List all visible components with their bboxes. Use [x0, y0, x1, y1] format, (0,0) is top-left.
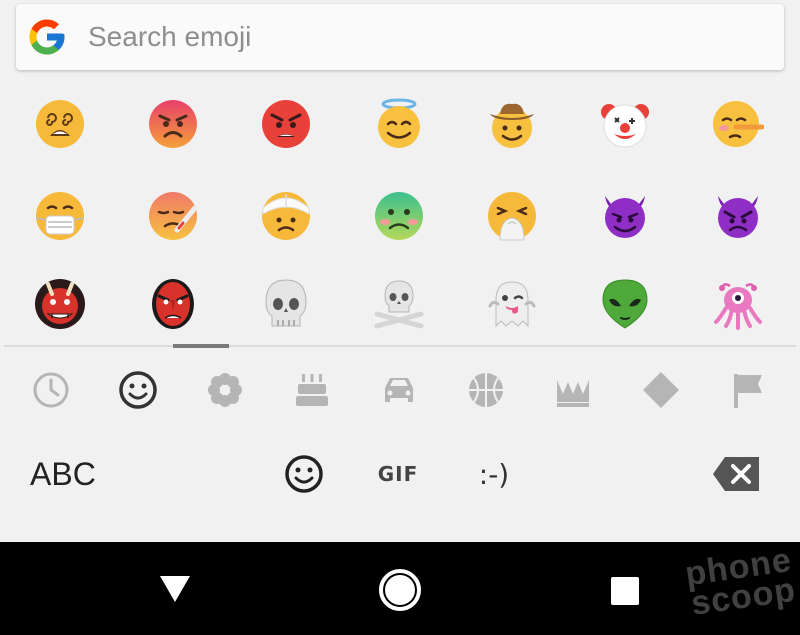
back-button[interactable] — [150, 566, 200, 612]
tab-activities[interactable] — [458, 362, 514, 418]
angry-devil-icon — [718, 196, 758, 238]
smiley-icon — [119, 371, 157, 409]
cowboy-face-icon — [490, 103, 534, 148]
sneezing-face-icon — [488, 192, 536, 241]
emoji-category-bar — [0, 362, 800, 426]
emoji-smiling-face-with-halo[interactable] — [367, 92, 431, 156]
search-input[interactable]: Search emoji — [88, 21, 251, 53]
tab-objects[interactable] — [545, 362, 601, 418]
emoji-cowboy-hat-face[interactable] — [480, 92, 544, 156]
angry-face-icon — [262, 100, 310, 148]
cake-icon — [296, 374, 328, 406]
google-g-icon — [29, 19, 65, 55]
home-circle-icon — [379, 569, 421, 611]
tab-flags[interactable] — [720, 362, 776, 418]
thermometer-face-icon — [149, 192, 198, 240]
emoji-clown-face[interactable] — [593, 92, 657, 156]
skull-and-crossbones-icon — [374, 280, 424, 329]
emoji-japanese-ogre[interactable] — [28, 272, 92, 336]
emoji-face-with-thermometer[interactable] — [141, 184, 205, 248]
emoji-angry-face[interactable] — [254, 92, 318, 156]
abc-button[interactable]: ABC — [30, 456, 96, 493]
keyboard-bottom-bar: ABC GIF :-) — [0, 440, 800, 510]
home-button[interactable] — [374, 564, 426, 616]
emoji-sneezing-face[interactable] — [480, 184, 544, 248]
emoji-alien[interactable] — [593, 272, 657, 336]
emoji-skull-and-crossbones[interactable] — [367, 272, 431, 336]
tab-nature[interactable] — [197, 362, 253, 418]
tab-travel[interactable] — [371, 362, 427, 418]
emoji-face-with-medical-mask[interactable] — [28, 184, 92, 248]
phonescoop-watermark: phone scoop — [683, 541, 798, 623]
flag-icon — [734, 374, 762, 408]
emoji-lying-face[interactable] — [706, 92, 770, 156]
emoji-alien-monster[interactable] — [706, 272, 770, 336]
emoji-dizzy-face[interactable] — [28, 92, 92, 156]
emoji-nauseated-face[interactable] — [367, 184, 431, 248]
clock-icon — [33, 372, 69, 408]
emoji-angry-face-with-horns[interactable] — [706, 184, 770, 248]
dizzy-face-icon — [36, 100, 84, 148]
car-icon — [385, 378, 413, 402]
emoji-row — [0, 92, 800, 156]
emoji-search-bar[interactable]: Search emoji — [16, 4, 784, 70]
medical-mask-face-icon — [35, 192, 85, 240]
skull-icon — [265, 279, 307, 327]
emoji-pouting-face[interactable] — [141, 92, 205, 156]
crown-icon — [557, 380, 589, 407]
diamond-icon — [643, 372, 679, 408]
ghost-icon — [488, 281, 536, 328]
category-divider — [4, 345, 796, 347]
japanese-ogre-icon — [35, 279, 85, 329]
emoji-row — [0, 272, 800, 336]
gif-button[interactable]: GIF — [368, 458, 428, 490]
head-bandage-face-icon — [262, 192, 310, 240]
tab-smileys[interactable] — [110, 362, 166, 418]
emoji-japanese-goblin[interactable] — [141, 272, 205, 336]
japanese-goblin-icon — [152, 279, 194, 329]
recents-button[interactable] — [604, 570, 646, 612]
emoji-skull[interactable] — [254, 272, 318, 336]
pouting-face-icon — [149, 100, 197, 148]
tab-symbols[interactable] — [633, 362, 689, 418]
smiling-devil-icon — [605, 196, 645, 238]
alien-monster-icon — [714, 283, 762, 330]
clown-face-icon — [601, 104, 649, 148]
flower-icon — [208, 373, 242, 407]
lying-face-icon — [713, 101, 764, 147]
emoji-ghost[interactable] — [480, 272, 544, 336]
tab-recent[interactable] — [23, 362, 79, 418]
recents-square-icon — [611, 577, 639, 605]
smiley-icon — [285, 455, 323, 493]
backspace-icon — [713, 457, 759, 491]
halo-face-icon — [378, 98, 420, 148]
nauseated-face-icon — [375, 192, 423, 240]
alien-icon — [602, 279, 648, 329]
back-triangle-icon — [160, 576, 190, 602]
backspace-button[interactable] — [710, 452, 762, 496]
emoji-smiling-face-with-horns[interactable] — [593, 184, 657, 248]
emoji-face-with-head-bandage[interactable] — [254, 184, 318, 248]
scroll-indicator — [173, 344, 229, 348]
emoji-mode-button[interactable] — [280, 450, 328, 498]
emoji-row — [0, 184, 800, 248]
emoticon-button[interactable]: :-) — [466, 454, 522, 494]
navigation-bar: phone scoop — [0, 541, 800, 635]
tab-food[interactable] — [284, 362, 340, 418]
basketball-icon — [469, 373, 503, 407]
